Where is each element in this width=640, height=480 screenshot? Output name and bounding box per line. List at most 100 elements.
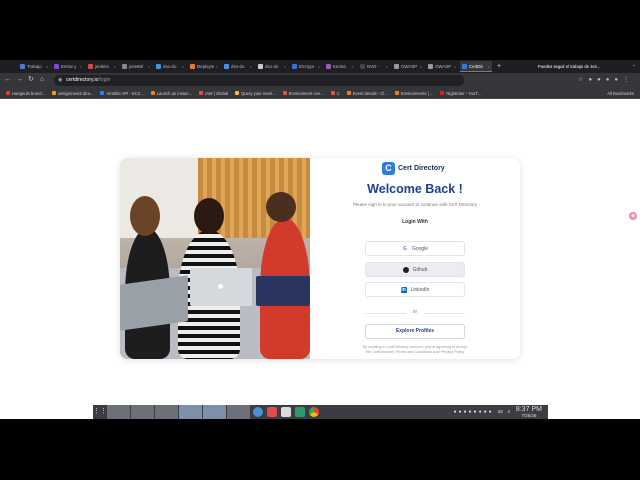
site-info-icon[interactable]: ◉	[58, 75, 62, 86]
tab-close-icon[interactable]: ×	[420, 64, 422, 69]
bookmark-item[interactable]: IAM | Global	[199, 91, 228, 96]
google-label: Google	[411, 245, 429, 252]
bookmark-favicon-icon	[52, 91, 57, 95]
tab-label: Deploym	[197, 64, 215, 69]
bookmark-item[interactable]: Query your metri...	[235, 91, 276, 96]
new-tab-button[interactable]: +	[497, 63, 501, 70]
bookmark-item[interactable]: Environment ove...	[282, 91, 324, 96]
keyboard-lang[interactable]: us	[498, 409, 503, 415]
bookmark-favicon-icon	[394, 91, 399, 95]
tab-close-icon[interactable]: ×	[182, 64, 184, 69]
bookmark-label: Launch an instan...	[156, 90, 193, 96]
bookmark-item[interactable]: Launch an instan...	[150, 90, 193, 96]
taskbar-window[interactable]	[155, 405, 178, 419]
address-bar-row: ← → ↻ ⌂ ◉ certdirectory.io/login ☆●●●●⋮	[0, 73, 640, 88]
files-icon[interactable]	[281, 407, 291, 417]
tab-close-icon[interactable]: ×	[148, 64, 150, 69]
tab-favicon-icon	[326, 64, 331, 69]
browser-tab-strip: Trabajo × Entrar y × jenkins × jose68/× dso-do ×…	[0, 60, 640, 73]
tab-label: Encrypt	[299, 64, 314, 69]
tab-search-icon[interactable]: ⌄	[632, 62, 636, 68]
bookmark-item[interactable]: Haegeuls brand...	[6, 91, 45, 96]
taskbar-window[interactable]	[107, 405, 130, 419]
browser-tab[interactable]: OWASP ×	[392, 61, 424, 72]
bookmark-item[interactable]: Event details - Cl...	[346, 91, 388, 96]
volume-icon[interactable]: ♬	[507, 409, 512, 415]
bookmark-label: assignment2.dira...	[58, 90, 94, 96]
taskbar-window[interactable]	[227, 405, 250, 419]
reload-icon[interactable]: ↻	[28, 76, 34, 84]
tab-close-icon[interactable]: ×	[114, 64, 116, 69]
bookmark-item[interactable]: Environments | ...	[394, 90, 434, 96]
tab-favicon-icon	[292, 64, 297, 69]
forward-icon[interactable]: →	[16, 76, 23, 84]
clock[interactable]: 8:37 PM 7/26/26	[516, 406, 542, 418]
tray-icons[interactable]: ●●●●●●●●	[453, 409, 493, 415]
tab-label: NVD -	[367, 64, 379, 69]
browser-tab[interactable]: dso-do ×	[222, 61, 254, 72]
browser-tab[interactable]: OWASP ×	[426, 61, 458, 72]
bookmark-favicon-icon	[6, 91, 10, 95]
bookmark-label: Environments | ...	[400, 90, 434, 96]
google-icon: G	[401, 245, 408, 252]
browser-tab[interactable]: jenkins ×	[86, 61, 118, 72]
browser-tab[interactable]: Entrar y ×	[52, 61, 84, 72]
chat-icon[interactable]	[295, 407, 305, 417]
brand[interactable]: C Cert Directory	[382, 161, 445, 176]
page-title: Welcome Back !	[367, 182, 463, 196]
browser-tab[interactable]: CertDir ×	[460, 61, 492, 72]
tab-close-icon[interactable]: ×	[216, 64, 218, 69]
tab-close-icon[interactable]: ×	[352, 64, 354, 69]
bookmark-favicon-icon	[235, 91, 240, 95]
browser-tab[interactable]: jose68/ ×	[120, 61, 152, 72]
tab-close-icon[interactable]: ×	[454, 64, 456, 69]
browser-tab[interactable]: NVD - ×	[358, 61, 390, 72]
tab-close-icon[interactable]: ×	[386, 64, 388, 69]
bookmark-item[interactable]: C	[330, 91, 340, 96]
browser-tab[interactable]: Deploym ×	[188, 61, 220, 72]
github-login-button[interactable]: Github	[365, 262, 465, 277]
login-form: C Cert Directory Welcome Back ! Please s…	[310, 158, 520, 359]
taskbar-window[interactable]	[131, 405, 154, 419]
url-input[interactable]: ◉ certdirectory.io/login	[54, 75, 464, 86]
google-login-button[interactable]: G Google	[365, 241, 465, 256]
browser-tab[interactable]: Encrypt ×	[290, 61, 322, 72]
bookmark-label: Nightrider - YouT...	[446, 90, 481, 96]
tab-label: OWASP	[401, 64, 418, 69]
linkedin-login-button[interactable]: in LinkedIn	[365, 282, 465, 297]
floating-extension-icon[interactable]: ◆	[629, 212, 637, 220]
clock-time: 8:37 PM	[515, 406, 542, 413]
tab-close-icon[interactable]: ×	[80, 64, 82, 69]
home-icon[interactable]: ⌂	[40, 76, 44, 84]
notification-text[interactable]: Puedes seguir el trabajo de Jes...	[538, 64, 600, 69]
tab-favicon-icon	[394, 64, 399, 69]
tab-label: Kestra	[333, 64, 346, 69]
explore-profiles-button[interactable]: Explore Profiles	[365, 324, 465, 339]
settings-icon[interactable]	[253, 407, 263, 417]
url-host: certdirectory.io	[66, 77, 99, 83]
taskbar-window[interactable]	[203, 405, 226, 419]
bookmark-favicon-icon	[330, 91, 335, 95]
tab-close-icon[interactable]: ×	[488, 64, 490, 69]
linkedin-label: LinkedIn	[410, 286, 430, 293]
app-grid-icon[interactable]: ⋮⋮	[93, 405, 107, 419]
browser-tab[interactable]: dso-do ×	[154, 61, 186, 72]
login-with-label: Login With	[402, 219, 428, 225]
taskbar-window[interactable]	[179, 405, 202, 419]
bookmark-item[interactable]: Airtable API - EC2...	[100, 91, 144, 96]
bookmark-item[interactable]: assignment2.dira...	[52, 91, 93, 96]
browser-tab[interactable]: Kestra ×	[324, 61, 356, 72]
tab-close-icon[interactable]: ×	[318, 64, 320, 69]
chrome-icon[interactable]	[309, 407, 319, 417]
browser-tab[interactable]: Trabajo ×	[18, 61, 50, 72]
tab-favicon-icon	[88, 64, 93, 69]
extension-icons[interactable]: ☆●●●●⋮	[578, 76, 634, 83]
app-store-icon[interactable]	[267, 407, 277, 417]
tab-close-icon[interactable]: ×	[250, 64, 252, 69]
all-bookmarks-button[interactable]: All Bookmarks	[607, 91, 634, 96]
tab-close-icon[interactable]: ×	[46, 64, 48, 69]
bookmark-item[interactable]: Nightrider - YouT...	[440, 90, 481, 96]
back-icon[interactable]: ←	[4, 76, 11, 84]
browser-tab[interactable]: dso-do ×	[256, 61, 288, 72]
tab-close-icon[interactable]: ×	[284, 64, 286, 69]
